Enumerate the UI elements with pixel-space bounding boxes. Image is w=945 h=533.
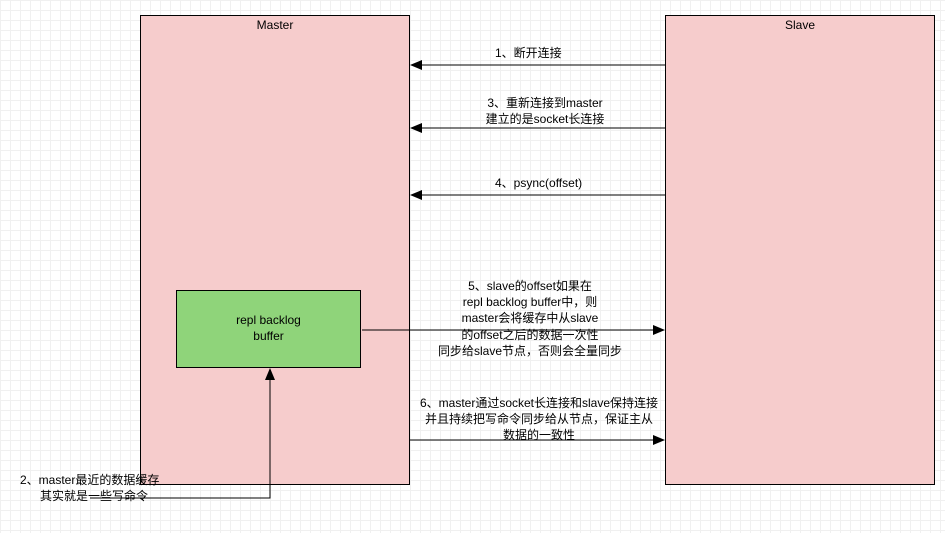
label-3-line2: 建立的是socket长连接 <box>475 111 615 127</box>
repl-backlog-label: repl backlog buffer <box>236 313 301 344</box>
label-6: 6、master通过socket长连接和slave保持连接 并且持续把写命令同步… <box>410 395 668 444</box>
label-2-line2: 其实就是一些写命令 <box>20 488 159 504</box>
label-1: 1、断开连接 <box>495 45 562 61</box>
label-6-line3: 数据的一致性 <box>410 427 668 443</box>
label-5: 5、slave的offset如果在 repl backlog buffer中，则… <box>430 278 630 359</box>
label-5-line1: 5、slave的offset如果在 <box>430 278 630 294</box>
label-6-line1: 6、master通过socket长连接和slave保持连接 <box>410 395 668 411</box>
label-5-line3: master会将缓存中从slave <box>430 310 630 326</box>
label-6-line2: 并且持续把写命令同步给从节点，保证主从 <box>410 411 668 427</box>
repl-backlog-box: repl backlog buffer <box>176 290 361 368</box>
master-title: Master <box>141 16 409 32</box>
label-5-line5: 同步给slave节点，否则会全量同步 <box>430 343 630 359</box>
label-2: 2、master最近的数据缓存 其实就是一些写命令 <box>20 472 159 504</box>
diagram-canvas: Master Slave repl backlog buffer 1、断开连接 … <box>0 0 945 530</box>
slave-box: Slave <box>665 15 935 485</box>
label-3-line1: 3、重新连接到master <box>475 95 615 111</box>
slave-title: Slave <box>666 16 934 32</box>
label-3: 3、重新连接到master 建立的是socket长连接 <box>475 95 615 127</box>
label-2-line1: 2、master最近的数据缓存 <box>20 472 159 488</box>
arrow-2-cache <box>90 368 290 533</box>
label-5-line2: repl backlog buffer中，则 <box>430 294 630 310</box>
label-4: 4、psync(offset) <box>495 175 582 191</box>
label-5-line4: 的offset之后的数据一次性 <box>430 327 630 343</box>
